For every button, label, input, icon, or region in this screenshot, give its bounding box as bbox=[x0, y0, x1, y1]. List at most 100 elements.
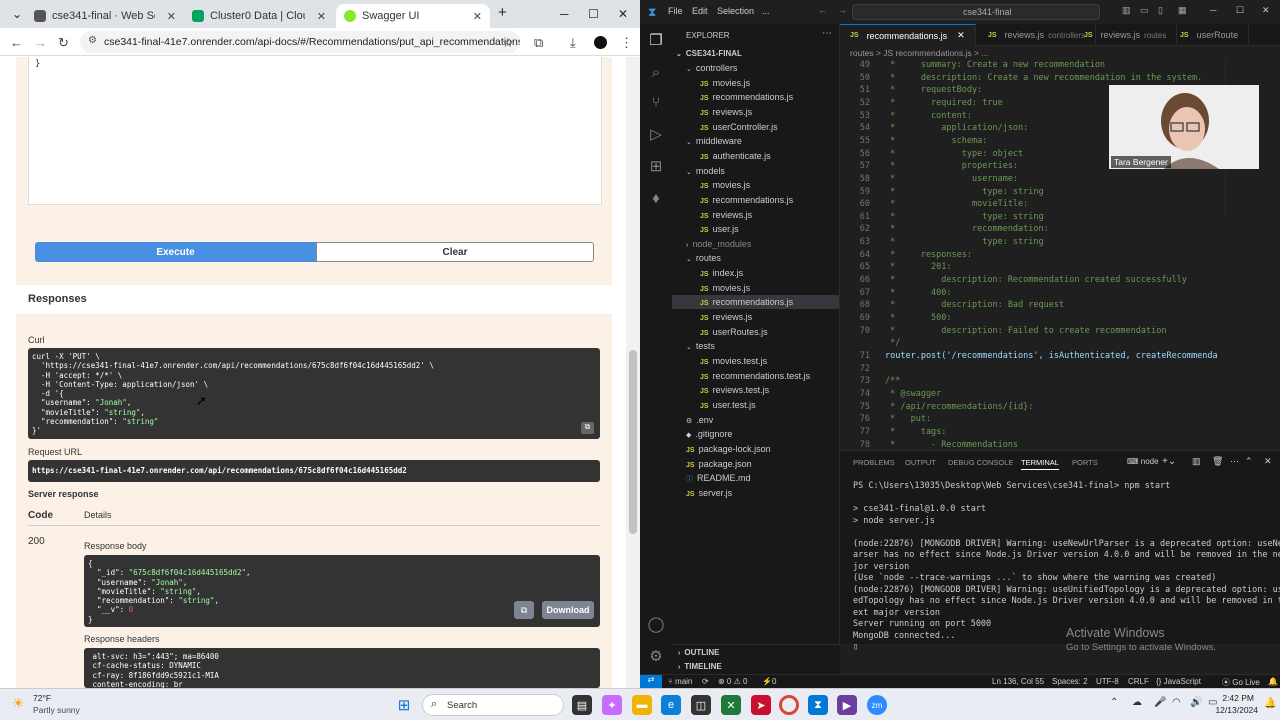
file-tree-item[interactable]: ⌄ middleware bbox=[672, 134, 839, 148]
source-control-icon[interactable]: ⑂ bbox=[647, 94, 665, 112]
file-tree-item[interactable]: JS movies.js bbox=[672, 178, 839, 192]
wifi-icon[interactable]: ◠ bbox=[1172, 697, 1181, 708]
file-tree-item[interactable]: JS user.js bbox=[672, 222, 839, 236]
file-tree-item[interactable]: JS server.js bbox=[672, 486, 839, 500]
new-tab-icon[interactable]: + bbox=[498, 4, 507, 21]
eol-status[interactable]: CRLF bbox=[1128, 677, 1149, 686]
branch-status[interactable]: ⑂ main bbox=[668, 677, 692, 686]
mongodb-icon[interactable]: ♦ bbox=[647, 190, 665, 208]
close-icon[interactable]: ✕ bbox=[161, 10, 176, 23]
taskbar-search[interactable]: ⌕ Search bbox=[422, 694, 564, 716]
close-tab-icon[interactable]: ✕ bbox=[957, 30, 965, 41]
file-tree-item[interactable]: JS reviews.js bbox=[672, 310, 839, 324]
url-bar[interactable]: ⚙ cse341-final-41e7.onrender.com/api-doc… bbox=[80, 31, 520, 53]
account-icon[interactable]: ◯ bbox=[647, 616, 665, 634]
file-tree-item[interactable]: ⌄ tests bbox=[672, 339, 839, 353]
file-explorer-icon[interactable]: ▬ bbox=[632, 695, 652, 715]
extensions-icon[interactable]: ⊞ bbox=[647, 158, 665, 176]
file-tree-item[interactable]: JS authenticate.js bbox=[672, 149, 839, 163]
file-tree-item[interactable]: JS reviews.js bbox=[672, 208, 839, 222]
weather-temp[interactable]: 72°F bbox=[33, 693, 51, 703]
media-icon[interactable]: ▶ bbox=[837, 695, 857, 715]
language-status[interactable]: {} JavaScript bbox=[1156, 677, 1201, 686]
file-tree-item[interactable]: JS recommendations.test.js bbox=[672, 369, 839, 383]
browser-tab-render[interactable]: cse341-final · Web Service · R ✕ bbox=[26, 4, 184, 28]
file-tree-item[interactable]: JS movies.js bbox=[672, 76, 839, 90]
bookmark-star-icon[interactable]: ☆ bbox=[502, 35, 514, 51]
site-info-icon[interactable]: ⚙ bbox=[88, 35, 97, 46]
ports-status[interactable]: ⚡0 bbox=[762, 677, 776, 686]
golive-status[interactable]: ⦿ Go Live bbox=[1222, 677, 1260, 688]
file-tree-item[interactable]: JS recommendations.js bbox=[672, 295, 839, 310]
profile-avatar[interactable] bbox=[594, 36, 607, 49]
panel-tab-debug-console[interactable]: DEBUG CONSOLE bbox=[948, 458, 1013, 467]
editor-tab[interactable]: JS recommendations.js ✕ bbox=[840, 24, 976, 46]
file-tree-item[interactable]: JS recommendations.js bbox=[672, 193, 839, 207]
chrome-icon[interactable] bbox=[779, 695, 799, 715]
file-tree-item[interactable]: ⓘ README.md bbox=[672, 471, 839, 485]
command-center-search[interactable]: cse341-final bbox=[852, 4, 1100, 20]
file-tree-item[interactable]: JS reviews.test.js bbox=[672, 383, 839, 397]
reload-icon[interactable]: ↻ bbox=[58, 35, 69, 51]
search-icon[interactable]: ⌕ bbox=[647, 64, 665, 82]
weather-desc[interactable]: Partly sunny bbox=[33, 705, 80, 715]
minimize-icon[interactable]: ─ bbox=[1210, 5, 1216, 15]
notifications-icon[interactable]: 🔔 bbox=[1268, 677, 1278, 686]
nav-back-icon[interactable]: ← bbox=[818, 5, 827, 15]
editor-tab[interactable]: JS reviews.js routes bbox=[1074, 24, 1178, 46]
menu-selection[interactable]: Selection bbox=[717, 6, 754, 16]
copy-icon[interactable]: ⧉ bbox=[581, 422, 594, 434]
file-tree-item[interactable]: ◆ .gitignore bbox=[672, 427, 839, 441]
menu-file[interactable]: File bbox=[668, 6, 683, 16]
zoom-icon[interactable]: zm bbox=[867, 695, 887, 715]
file-tree-item[interactable]: JS recommendations.js bbox=[672, 90, 839, 104]
file-tree-item[interactable]: JS movies.test.js bbox=[672, 354, 839, 368]
window-close-icon[interactable]: ✕ bbox=[618, 7, 628, 21]
back-icon[interactable]: ← bbox=[10, 35, 23, 50]
remote-icon[interactable]: ⇄ bbox=[640, 675, 662, 688]
nav-forward-icon[interactable]: → bbox=[838, 5, 847, 15]
tab-search-icon[interactable]: ⌄ bbox=[12, 7, 22, 21]
kill-terminal-icon[interactable]: 🗑 bbox=[1212, 456, 1223, 467]
xbox-icon[interactable]: ✕ bbox=[721, 695, 741, 715]
browser-tab-mongo[interactable]: Cluster0 Data | Cloud: Mongo ✕ bbox=[184, 4, 334, 28]
copilot-icon[interactable]: ✦ bbox=[602, 695, 622, 715]
minimize-icon[interactable]: ─ bbox=[560, 7, 569, 21]
sync-icon[interactable]: ⟳ bbox=[702, 677, 709, 686]
edge-icon[interactable]: e bbox=[661, 695, 681, 715]
browser-tab-swagger[interactable]: Swagger UI ✕ bbox=[336, 4, 490, 28]
weather-icon[interactable]: ☀ bbox=[12, 695, 25, 712]
maximize-panel-icon[interactable]: ⌃ bbox=[1245, 456, 1253, 467]
file-tree-item[interactable]: JS userController.js bbox=[672, 120, 839, 134]
layout-toggle-icon[interactable]: ▥ bbox=[1122, 5, 1131, 16]
file-tree-item[interactable]: ⌄ controllers bbox=[672, 61, 839, 75]
extensions-icon[interactable]: ⧉ bbox=[534, 35, 543, 51]
timeline-section[interactable]: › TIMELINE bbox=[678, 660, 722, 674]
maximize-icon[interactable]: ☐ bbox=[1236, 5, 1244, 16]
vscode-taskbar-icon[interactable]: ⧗ bbox=[808, 695, 828, 715]
customize-layout-icon[interactable]: ▦ bbox=[1178, 5, 1187, 16]
split-terminal-icon[interactable]: ▥ bbox=[1192, 456, 1201, 467]
file-tree-item[interactable]: ⌄ routes bbox=[672, 251, 839, 265]
maximize-icon[interactable]: ☐ bbox=[588, 7, 599, 21]
store-icon[interactable]: ◫ bbox=[691, 695, 711, 715]
file-tree-item[interactable]: JS userRoutes.js bbox=[672, 325, 839, 339]
outline-section[interactable]: › OUTLINE bbox=[678, 646, 719, 660]
panel-tab-ports[interactable]: PORTS bbox=[1072, 458, 1098, 467]
more-actions-icon[interactable]: ⋯ bbox=[822, 28, 832, 39]
copy-response-icon[interactable]: ⧉ bbox=[514, 601, 534, 619]
settings-gear-icon[interactable]: ⚙ bbox=[647, 648, 665, 666]
app-icon[interactable]: ➤ bbox=[751, 695, 771, 715]
file-tree-item[interactable]: JS movies.js bbox=[672, 281, 839, 295]
panel-toggle-icon[interactable]: ▭ bbox=[1140, 5, 1149, 16]
file-tree-item[interactable]: JS package-lock.json bbox=[672, 442, 839, 456]
project-root[interactable]: ⌄ CSE341-FINAL bbox=[676, 47, 742, 61]
notification-bell-icon[interactable]: 🔔 bbox=[1264, 698, 1276, 709]
scrollbar-thumb[interactable] bbox=[629, 350, 637, 534]
tray-chevron-icon[interactable]: ⌃ bbox=[1110, 697, 1118, 708]
menu-dots-icon[interactable]: ⋮ bbox=[620, 35, 633, 51]
download-button[interactable]: Download bbox=[542, 601, 594, 619]
new-terminal-icon[interactable]: +⌄ bbox=[1162, 456, 1176, 467]
file-tree-item[interactable]: JS package.json bbox=[672, 457, 839, 471]
file-tree-item[interactable]: ⚙ .env bbox=[672, 413, 839, 427]
